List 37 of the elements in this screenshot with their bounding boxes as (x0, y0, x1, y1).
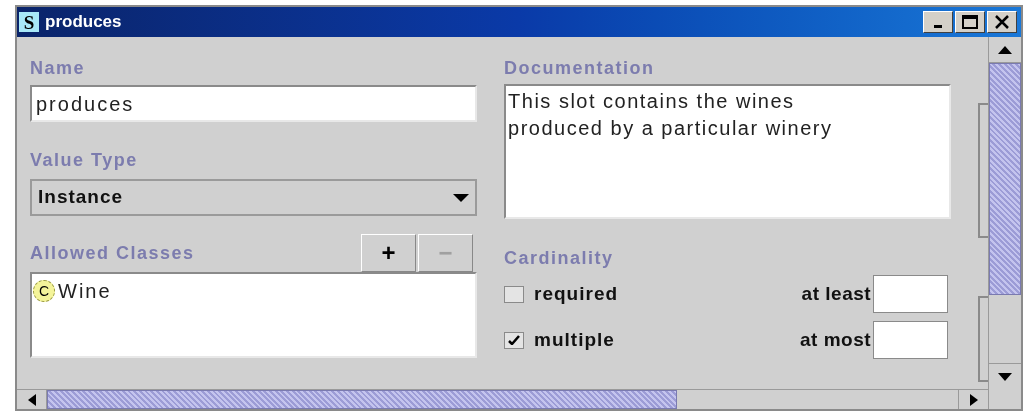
up-arrow-icon (998, 45, 1012, 54)
minimize-button[interactable] (923, 11, 953, 33)
documentation-label: Documentation (504, 59, 656, 77)
value-type-label: Value Type (30, 151, 139, 169)
checkmark-icon (508, 335, 521, 345)
bound-label: at least (801, 281, 872, 306)
maximize-button[interactable] (955, 11, 985, 33)
checkbox[interactable] (504, 285, 525, 303)
window-icon: S (19, 12, 39, 32)
cardinality-label: Cardinality (504, 249, 615, 267)
documentation-textarea[interactable]: This slot contains the wines produced by a particular winery (504, 84, 952, 219)
name-field[interactable]: produces (30, 85, 478, 122)
right-arrow-icon (969, 393, 978, 406)
down-arrow-icon (998, 372, 1012, 381)
bound-field[interactable] (873, 321, 949, 359)
checkbox[interactable] (504, 331, 525, 349)
left-arrow-icon (27, 393, 36, 406)
scrollbar-thumb[interactable] (47, 390, 677, 409)
value-type-dropdown[interactable]: Instance (30, 179, 478, 216)
window-title: produces (45, 11, 123, 34)
scrollbar-thumb[interactable] (989, 63, 1021, 295)
add-button[interactable]: + (361, 234, 417, 272)
bound-label: at most (800, 327, 872, 352)
allowed-classes-label: Allowed Classes (30, 244, 196, 262)
close-icon (994, 15, 1010, 29)
class-badge: C (33, 280, 55, 302)
close-button[interactable] (987, 11, 1017, 33)
checkbox-label: required (534, 281, 620, 306)
checkbox-label: multiple (534, 327, 616, 352)
maximize-icon (962, 15, 978, 29)
name-label: Name (30, 59, 87, 77)
bound-field[interactable] (873, 275, 949, 313)
horizontal-scrollbar[interactable] (17, 389, 988, 409)
minimize-icon (934, 24, 942, 28)
vertical-scrollbar[interactable] (988, 37, 1021, 409)
dropdown-arrow-icon (453, 193, 470, 202)
class-list-item[interactable]: Wine (58, 276, 112, 306)
